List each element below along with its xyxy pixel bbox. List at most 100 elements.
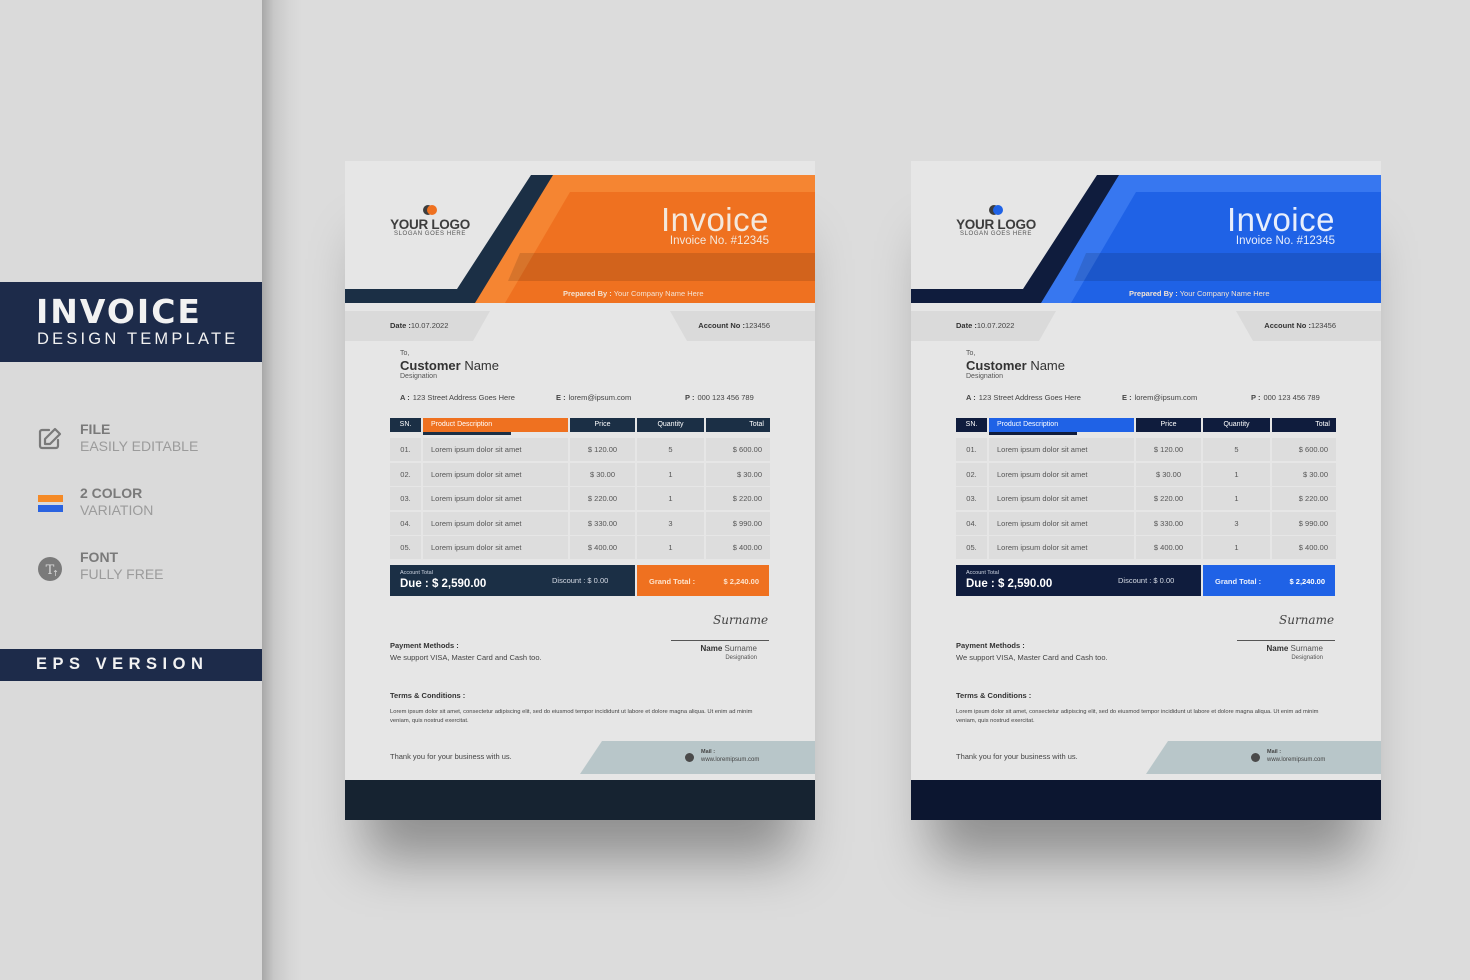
customer-phone: P :000 123 456 789 (1251, 393, 1320, 402)
feature-title: FILE (80, 421, 111, 437)
feature-subtitle: EASILY EDITABLE (80, 438, 199, 454)
feature-file: FILE EASILY EDITABLE (36, 421, 236, 461)
cell-price: $ 330.00 (1136, 511, 1201, 535)
logo-slogan: SLOGAN GOES HERE (394, 231, 466, 237)
cell-sn: 02. (956, 462, 987, 486)
signer-name: Name Surname (1267, 644, 1324, 653)
th-price: Price (570, 418, 635, 432)
customer-email: E : lorem@ipsum.com (556, 393, 631, 402)
cell-total: $ 600.00 (706, 438, 770, 461)
invoice-number: Invoice No. #12345 (669, 235, 769, 247)
cell-quantity: 5 (1203, 438, 1270, 461)
promo-title: INVOICE (36, 292, 202, 331)
cell-price: $ 220.00 (1136, 487, 1201, 510)
terms-text: Lorem ipsum dolor sit amet, consectetur … (390, 709, 753, 724)
table-row: 01. Lorem ipsum dolor sit amet $ 120.00 5 $ … (390, 438, 770, 461)
cell-description: Lorem ipsum dolor sit amet (423, 487, 568, 510)
grand-total-box: Grand Total : $ 2,240.00 (1203, 565, 1335, 596)
signature: Surname (1279, 613, 1335, 627)
cell-price: $ 30.00 (1136, 462, 1201, 486)
date-label: Date : (390, 321, 411, 330)
cell-sn: 05. (390, 536, 421, 559)
logo-mark-icon (989, 205, 1003, 215)
phone-label: P : (1251, 393, 1261, 402)
cell-quantity: 1 (1203, 462, 1270, 486)
customer-name-rest: Name (1030, 358, 1065, 373)
signature: Surname (713, 613, 769, 627)
terms-text: Lorem ipsum dolor sit amet, consectetur … (956, 709, 1319, 724)
footer-bar (911, 780, 1381, 820)
invoice-title: Invoice (660, 201, 769, 238)
cell-total: $ 220.00 (1272, 487, 1336, 510)
invoice-date: Date :10.07.2022 (390, 321, 448, 330)
customer-name: Customer Name (400, 358, 499, 373)
prepared-by-value: Your Company Name Here (613, 289, 704, 298)
th-sn: SN. (956, 418, 987, 432)
cell-sn: 03. (390, 487, 421, 510)
eps-version-badge: EPS VERSION (36, 655, 209, 673)
table-row: 05. Lorem ipsum dolor sit amet $ 400.00 1 $ … (390, 536, 770, 559)
edit-icon (36, 425, 64, 453)
cell-price: $ 30.00 (570, 462, 635, 486)
mail-band (580, 741, 815, 774)
cell-price: $ 120.00 (570, 438, 635, 461)
cell-description: Lorem ipsum dolor sit amet (989, 487, 1134, 510)
th-quantity: Quantity (637, 418, 704, 432)
account-total-box: Account Total Due : $ 2,590.00 Discount … (390, 565, 635, 596)
feature-title: FONT (80, 549, 119, 565)
address-value: 123 Street Address Goes Here (412, 393, 515, 402)
table-row: 02. Lorem ipsum dolor sit amet $ 30.00 1 $ 3… (390, 462, 770, 486)
website-link[interactable]: www.loremipsum.com (701, 757, 759, 763)
mail-label: Mail : (1267, 749, 1282, 755)
invoice-title: Invoice (1226, 201, 1335, 238)
cell-total: $ 30.00 (706, 462, 770, 486)
color-swatch-icon (36, 489, 64, 517)
invoice-date: Date :10.07.2022 (956, 321, 1014, 330)
phone-value: 000 123 456 789 (1263, 393, 1320, 402)
customer-email: E : lorem@ipsum.com (1122, 393, 1197, 402)
logo-mark-icon (423, 205, 437, 215)
account-label: Account No : (698, 321, 745, 330)
logo-text: YOUR LOGO (390, 217, 470, 232)
th-quantity: Quantity (1203, 418, 1270, 432)
customer-phone: P :000 123 456 789 (685, 393, 754, 402)
feature-subtitle: VARIATION (80, 502, 154, 518)
grand-total-label: Grand Total : (649, 577, 696, 586)
cell-sn: 01. (390, 438, 421, 461)
terms-title: Terms & Conditions : (956, 691, 1032, 700)
account-number: Account No :123456 (698, 321, 770, 330)
account-total-label: Account Total (966, 570, 999, 576)
account-number: Account No :123456 (1264, 321, 1336, 330)
payment-methods-text: We support VISA, Master Card and Cash to… (956, 653, 1108, 662)
cell-sn: 03. (956, 487, 987, 510)
company-logo: YOUR LOGO SLOGAN GOES HERE (390, 205, 470, 237)
grand-total-value: $ 2,240.00 (1289, 577, 1325, 586)
signer-name-bold: Name (1266, 644, 1289, 653)
to-label: To, (400, 350, 410, 357)
discount: Discount : $ 0.00 (1118, 576, 1175, 585)
address-value: 123 Street Address Goes Here (978, 393, 1081, 402)
website-link[interactable]: www.loremipsum.com (1267, 757, 1325, 763)
customer-name-bold: Customer (966, 358, 1027, 373)
th-total: Total (706, 418, 770, 432)
signer-name-bold: Name (700, 644, 723, 653)
customer-address: A :123 Street Address Goes Here (966, 393, 1081, 402)
cell-description: Lorem ipsum dolor sit amet (989, 438, 1134, 461)
header-underline (989, 432, 1077, 435)
date-value: 10.07.2022 (410, 321, 449, 330)
customer-name: Customer Name (966, 358, 1065, 373)
signer-designation: Designation (725, 655, 757, 661)
mail-label: Mail : (701, 749, 716, 755)
cell-quantity: 1 (637, 536, 704, 559)
cell-price: $ 400.00 (1136, 536, 1201, 559)
cell-description: Lorem ipsum dolor sit amet (989, 511, 1134, 535)
globe-icon (1251, 753, 1260, 762)
phone-label: P : (685, 393, 695, 402)
customer-designation: Designation (966, 373, 1003, 380)
cell-description: Lorem ipsum dolor sit amet (989, 536, 1134, 559)
feature-title: 2 COLOR (80, 485, 143, 501)
mail-band (1146, 741, 1381, 774)
prepared-by: Prepared By : Your Company Name Here (563, 289, 704, 298)
email-label: E : (556, 393, 566, 402)
company-logo: YOUR LOGO SLOGAN GOES HERE (956, 205, 1036, 237)
